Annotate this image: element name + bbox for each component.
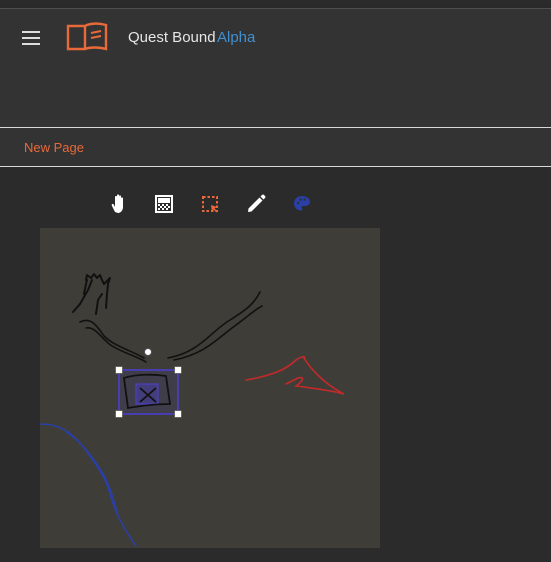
app-version-badge: Alpha — [217, 29, 256, 46]
resize-handle-tl[interactable] — [115, 366, 123, 374]
page-tab-bar: New Page — [0, 127, 551, 167]
tab-new-page[interactable]: New Page — [24, 140, 84, 155]
gradient-icon — [155, 195, 173, 213]
window-top-strip — [0, 0, 551, 9]
app-bar: Quest Bound Alpha — [0, 9, 551, 67]
tower-sketch[interactable] — [72, 273, 111, 315]
rotate-handle[interactable] — [144, 348, 152, 356]
color-tool-button[interactable] — [290, 192, 314, 216]
selection-box[interactable] — [115, 366, 182, 418]
texture-tool-button[interactable] — [152, 192, 176, 216]
pencil-icon — [248, 194, 266, 212]
header-band — [0, 67, 551, 127]
open-book-logo-icon[interactable] — [66, 22, 108, 52]
palette-icon — [294, 196, 310, 211]
resize-handle-bl[interactable] — [115, 410, 123, 418]
drawing-canvas[interactable] — [40, 228, 380, 548]
selection-icon — [202, 196, 218, 213]
app-title: Quest Bound — [128, 29, 216, 46]
hand-icon — [111, 194, 123, 213]
pan-tool-button[interactable] — [106, 192, 130, 216]
resize-handle-tr[interactable] — [174, 366, 182, 374]
red-stroke[interactable] — [245, 355, 345, 395]
hamburger-menu-icon[interactable] — [22, 31, 40, 45]
select-tool-button[interactable] — [198, 192, 222, 216]
canvas-toolbar — [106, 192, 316, 216]
blue-stroke[interactable] — [40, 423, 137, 547]
draw-tool-button[interactable] — [244, 192, 268, 216]
resize-handle-br[interactable] — [174, 410, 182, 418]
